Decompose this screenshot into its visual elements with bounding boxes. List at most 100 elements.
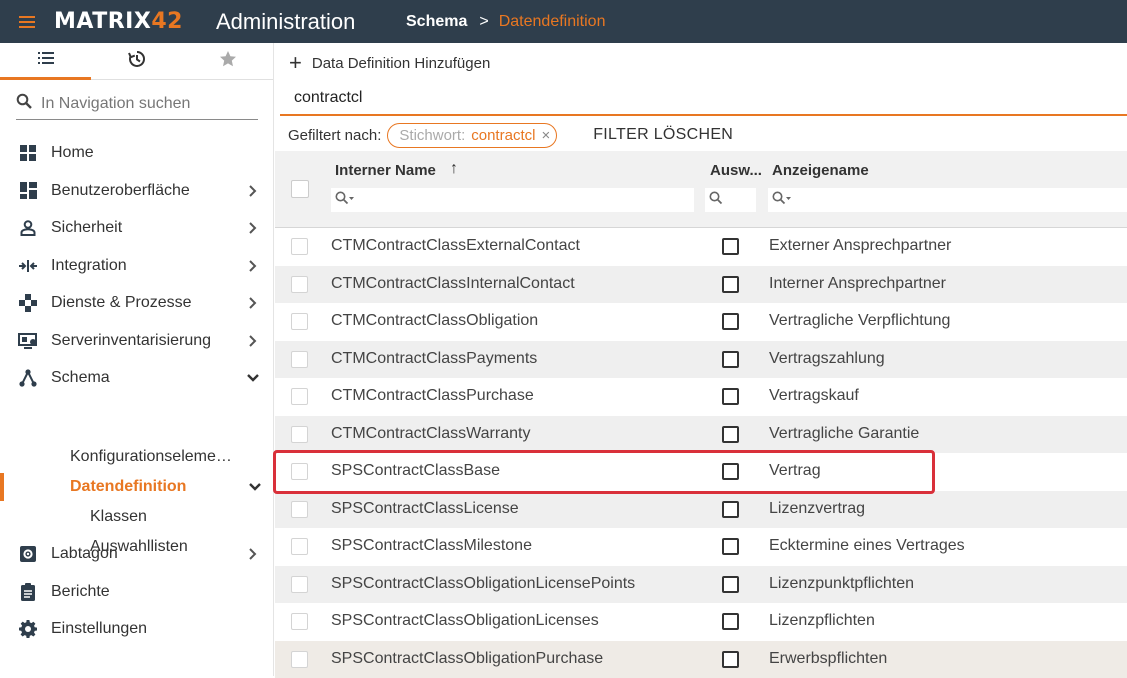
sort-ascending-icon[interactable]: ↑ xyxy=(450,160,458,178)
table-row[interactable]: CTMContractClassObligationVertragliche V… xyxy=(275,303,1127,341)
select-all-checkbox[interactable] xyxy=(291,180,309,198)
display-name-cell: Vertragszahlung xyxy=(769,350,885,368)
table-row[interactable]: CTMContractClassWarrantyVertragliche Gar… xyxy=(275,416,1127,454)
column-header-display-name[interactable]: Anzeigename xyxy=(772,162,869,179)
picklist-checkbox[interactable] xyxy=(722,238,739,255)
sidebar-item-integration[interactable]: Integration xyxy=(0,247,273,284)
schema-icon xyxy=(18,368,38,388)
row-select-checkbox[interactable] xyxy=(291,426,308,443)
matrix42-logo[interactable]: MATRIX42 xyxy=(54,9,216,34)
column-header-selection[interactable]: Ausw... xyxy=(710,162,762,179)
sidebar-item-data-definition[interactable]: Datendefinition xyxy=(0,472,273,502)
main-content: + Data Definition Hinzufügen Gefiltert n… xyxy=(275,43,1127,676)
chevron-down-icon xyxy=(246,371,260,385)
row-select-checkbox[interactable] xyxy=(291,576,308,593)
active-filters: Gefiltert nach: Stichwort: contractcl × … xyxy=(275,121,1127,149)
dashboard-icon xyxy=(18,181,38,201)
internal-name-column-filter[interactable] xyxy=(331,188,694,212)
workflow-icon xyxy=(18,293,38,313)
tab-navigation[interactable] xyxy=(0,43,91,80)
row-select-checkbox[interactable] xyxy=(291,388,308,405)
picklist-checkbox[interactable] xyxy=(722,463,739,480)
table-row[interactable]: CTMContractClassPayments Vertragszahlung xyxy=(275,341,1127,379)
picklist-checkbox[interactable] xyxy=(722,576,739,593)
internal-name-cell: SPSContractClassMilestone xyxy=(331,537,532,555)
close-icon[interactable]: × xyxy=(541,127,550,144)
picklist-checkbox[interactable] xyxy=(722,538,739,555)
row-select-checkbox[interactable] xyxy=(291,538,308,555)
sidebar-item-user-interface[interactable]: Benutzeroberfläche xyxy=(0,172,273,209)
row-select-checkbox[interactable] xyxy=(291,501,308,518)
display-name-cell: Vertragskauf xyxy=(769,387,859,405)
picklist-checkbox[interactable] xyxy=(722,276,739,293)
sidebar-item-services-processes[interactable]: Dienste & Prozesse xyxy=(0,284,273,321)
row-select-checkbox[interactable] xyxy=(291,463,308,480)
row-select-checkbox[interactable] xyxy=(291,238,308,255)
table-row[interactable]: SPSContractClassMilestone Ecktermine eine… xyxy=(275,528,1127,566)
picklist-checkbox[interactable] xyxy=(722,651,739,668)
gear-icon xyxy=(18,619,38,639)
filter-search-icon xyxy=(772,191,792,210)
table-row[interactable]: CTMContractClassInternalContactInterner … xyxy=(275,266,1127,304)
sidebar-item-schema[interactable]: Schema xyxy=(0,359,273,396)
row-select-checkbox[interactable] xyxy=(291,613,308,630)
add-data-definition-button[interactable]: + Data Definition Hinzufügen xyxy=(289,51,490,75)
picklist-checkbox[interactable] xyxy=(722,388,739,405)
row-select-checkbox[interactable] xyxy=(291,276,308,293)
tab-history[interactable] xyxy=(91,43,182,80)
table-row[interactable]: CTMContractClassPurchaseVertragskauf xyxy=(275,378,1127,416)
sidebar-item-security[interactable]: Sicherheit xyxy=(0,209,273,246)
filter-chip-value: contractcl xyxy=(471,127,535,144)
table-row[interactable]: CTMContractClassExternalContactExterner … xyxy=(275,228,1127,266)
display-name-cell: Vertragliche Garantie xyxy=(769,425,919,443)
top-bar: MATRIX42 Administration Schema > Datende… xyxy=(0,0,1127,43)
row-select-checkbox[interactable] xyxy=(291,651,308,668)
sidebar-item-classes[interactable]: Klassen xyxy=(0,502,273,532)
table-row[interactable]: SPSContractClassObligationPurchaseErwerb… xyxy=(275,641,1127,678)
display-name-cell: Ecktermine eines Vertrages xyxy=(769,537,965,555)
hamburger-menu-icon[interactable] xyxy=(0,0,54,43)
chevron-right-icon xyxy=(246,547,260,561)
table-row[interactable]: SPSContractClassLicenseLizenzvertrag xyxy=(275,491,1127,529)
navigation-search-input[interactable] xyxy=(41,95,241,113)
sidebar-item-reports[interactable]: Berichte xyxy=(0,573,273,610)
clear-filter-button[interactable]: FILTER LÖSCHEN xyxy=(593,126,733,144)
display-name-column-filter[interactable] xyxy=(768,188,1127,212)
sidebar-item-settings[interactable]: Einstellungen xyxy=(0,610,273,647)
table-row[interactable]: SPSContractClassObligationLicensesLizenz… xyxy=(275,603,1127,641)
selection-column-filter[interactable] xyxy=(705,188,756,212)
picklist-checkbox[interactable] xyxy=(722,501,739,518)
internal-name-cell: CTMContractClassPayments xyxy=(331,350,537,368)
table-row[interactable]: SPSContractClassObligationLicensePointsL… xyxy=(275,566,1127,604)
chevron-down-icon xyxy=(248,480,262,494)
column-header-internal-name[interactable]: Interner Name xyxy=(335,162,436,179)
display-name-cell: Vertragliche Verpflichtung xyxy=(769,312,950,330)
sidebar-item-labtagon[interactable]: Labtagon xyxy=(0,535,273,572)
sidebar-tabs xyxy=(0,43,273,80)
chevron-right-icon xyxy=(246,184,260,198)
picklist-checkbox[interactable] xyxy=(722,351,739,368)
sidebar: Home Benutzeroberfläche Sicherheit Integ… xyxy=(0,43,274,676)
filter-search-icon xyxy=(335,191,355,210)
internal-name-cell: CTMContractClassInternalContact xyxy=(331,275,575,293)
filter-search-icon xyxy=(709,191,723,210)
row-select-checkbox[interactable] xyxy=(291,351,308,368)
add-button-label: Data Definition Hinzufügen xyxy=(312,55,490,72)
picklist-checkbox[interactable] xyxy=(722,426,739,443)
display-name-cell: Externer Ansprechpartner xyxy=(769,237,951,255)
row-select-checkbox[interactable] xyxy=(291,313,308,330)
sidebar-item-server-inventory[interactable]: Serverinventarisierung xyxy=(0,322,273,359)
navigation-search xyxy=(16,88,258,120)
picklist-checkbox[interactable] xyxy=(722,313,739,330)
sidebar-item-home[interactable]: Home xyxy=(0,134,273,171)
gear-box-icon xyxy=(18,544,38,564)
sidebar-item-configuration-items[interactable]: Konfigurationseleme… xyxy=(0,442,273,472)
breadcrumb-schema[interactable]: Schema xyxy=(406,13,467,31)
sidebar-item-label: Klassen xyxy=(90,508,147,526)
table-row[interactable]: SPSContractClassBaseVertrag xyxy=(275,453,1127,491)
display-name-cell: Lizenzpunktpflichten xyxy=(769,575,914,593)
keyword-filter-input[interactable] xyxy=(294,89,794,107)
picklist-checkbox[interactable] xyxy=(722,613,739,630)
chevron-right-icon xyxy=(246,296,260,310)
tab-favorites[interactable] xyxy=(182,43,273,80)
